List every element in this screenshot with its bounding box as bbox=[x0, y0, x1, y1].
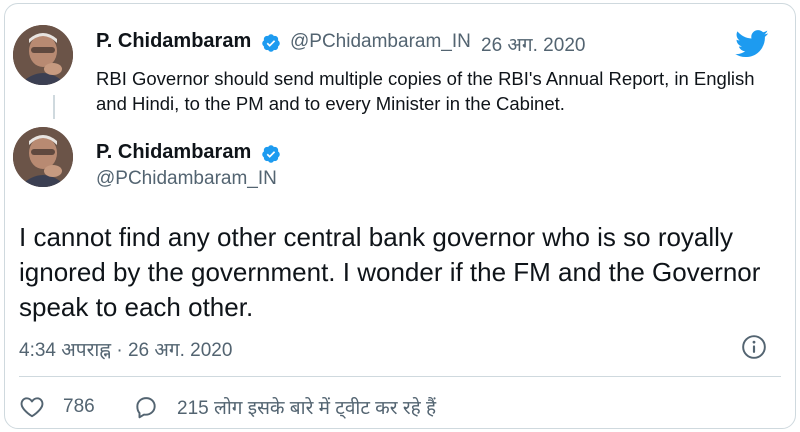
author-handle[interactable]: @PChidambaram_IN bbox=[96, 168, 277, 190]
avatar-main[interactable] bbox=[13, 127, 73, 187]
twitter-bird-icon[interactable] bbox=[735, 30, 769, 58]
quoted-author-name[interactable]: P. Chidambaram bbox=[96, 30, 251, 53]
quoted-handle[interactable]: @PChidambaram_IN bbox=[290, 31, 471, 53]
like-action[interactable]: 786 bbox=[19, 394, 95, 420]
verified-badge-icon bbox=[262, 145, 280, 163]
author-name[interactable]: P. Chidambaram bbox=[96, 141, 251, 164]
speech-bubble-icon[interactable] bbox=[133, 394, 159, 420]
reply-label: 215 लोग इसके बारे में ट्वीट कर रहे हैं bbox=[177, 398, 437, 419]
avatar-quoted[interactable] bbox=[13, 25, 73, 85]
tweet-text: I cannot find any other central bank gov… bbox=[19, 222, 761, 322]
thread-connector-line bbox=[53, 95, 55, 119]
tweet-timestamp[interactable]: 4:34 अपराह्न · 26 अग. 2020 bbox=[19, 336, 232, 362]
separator-dot: · bbox=[465, 31, 472, 52]
reply-action[interactable]: 215 लोग इसके बारे में ट्वीट कर रहे हैं bbox=[133, 394, 436, 420]
divider bbox=[19, 376, 781, 377]
verified-badge-icon bbox=[262, 34, 280, 52]
heart-icon[interactable] bbox=[19, 394, 45, 420]
like-count: 786 bbox=[63, 396, 95, 417]
info-icon[interactable] bbox=[741, 334, 767, 360]
quoted-tweet-text: RBI Governor should send multiple copies… bbox=[96, 68, 755, 114]
quoted-date[interactable]: 26 अग. 2020 bbox=[481, 31, 585, 57]
tweet-embed-card: P. Chidambaram @PChidambaram_IN · 26 अग.… bbox=[4, 3, 796, 429]
